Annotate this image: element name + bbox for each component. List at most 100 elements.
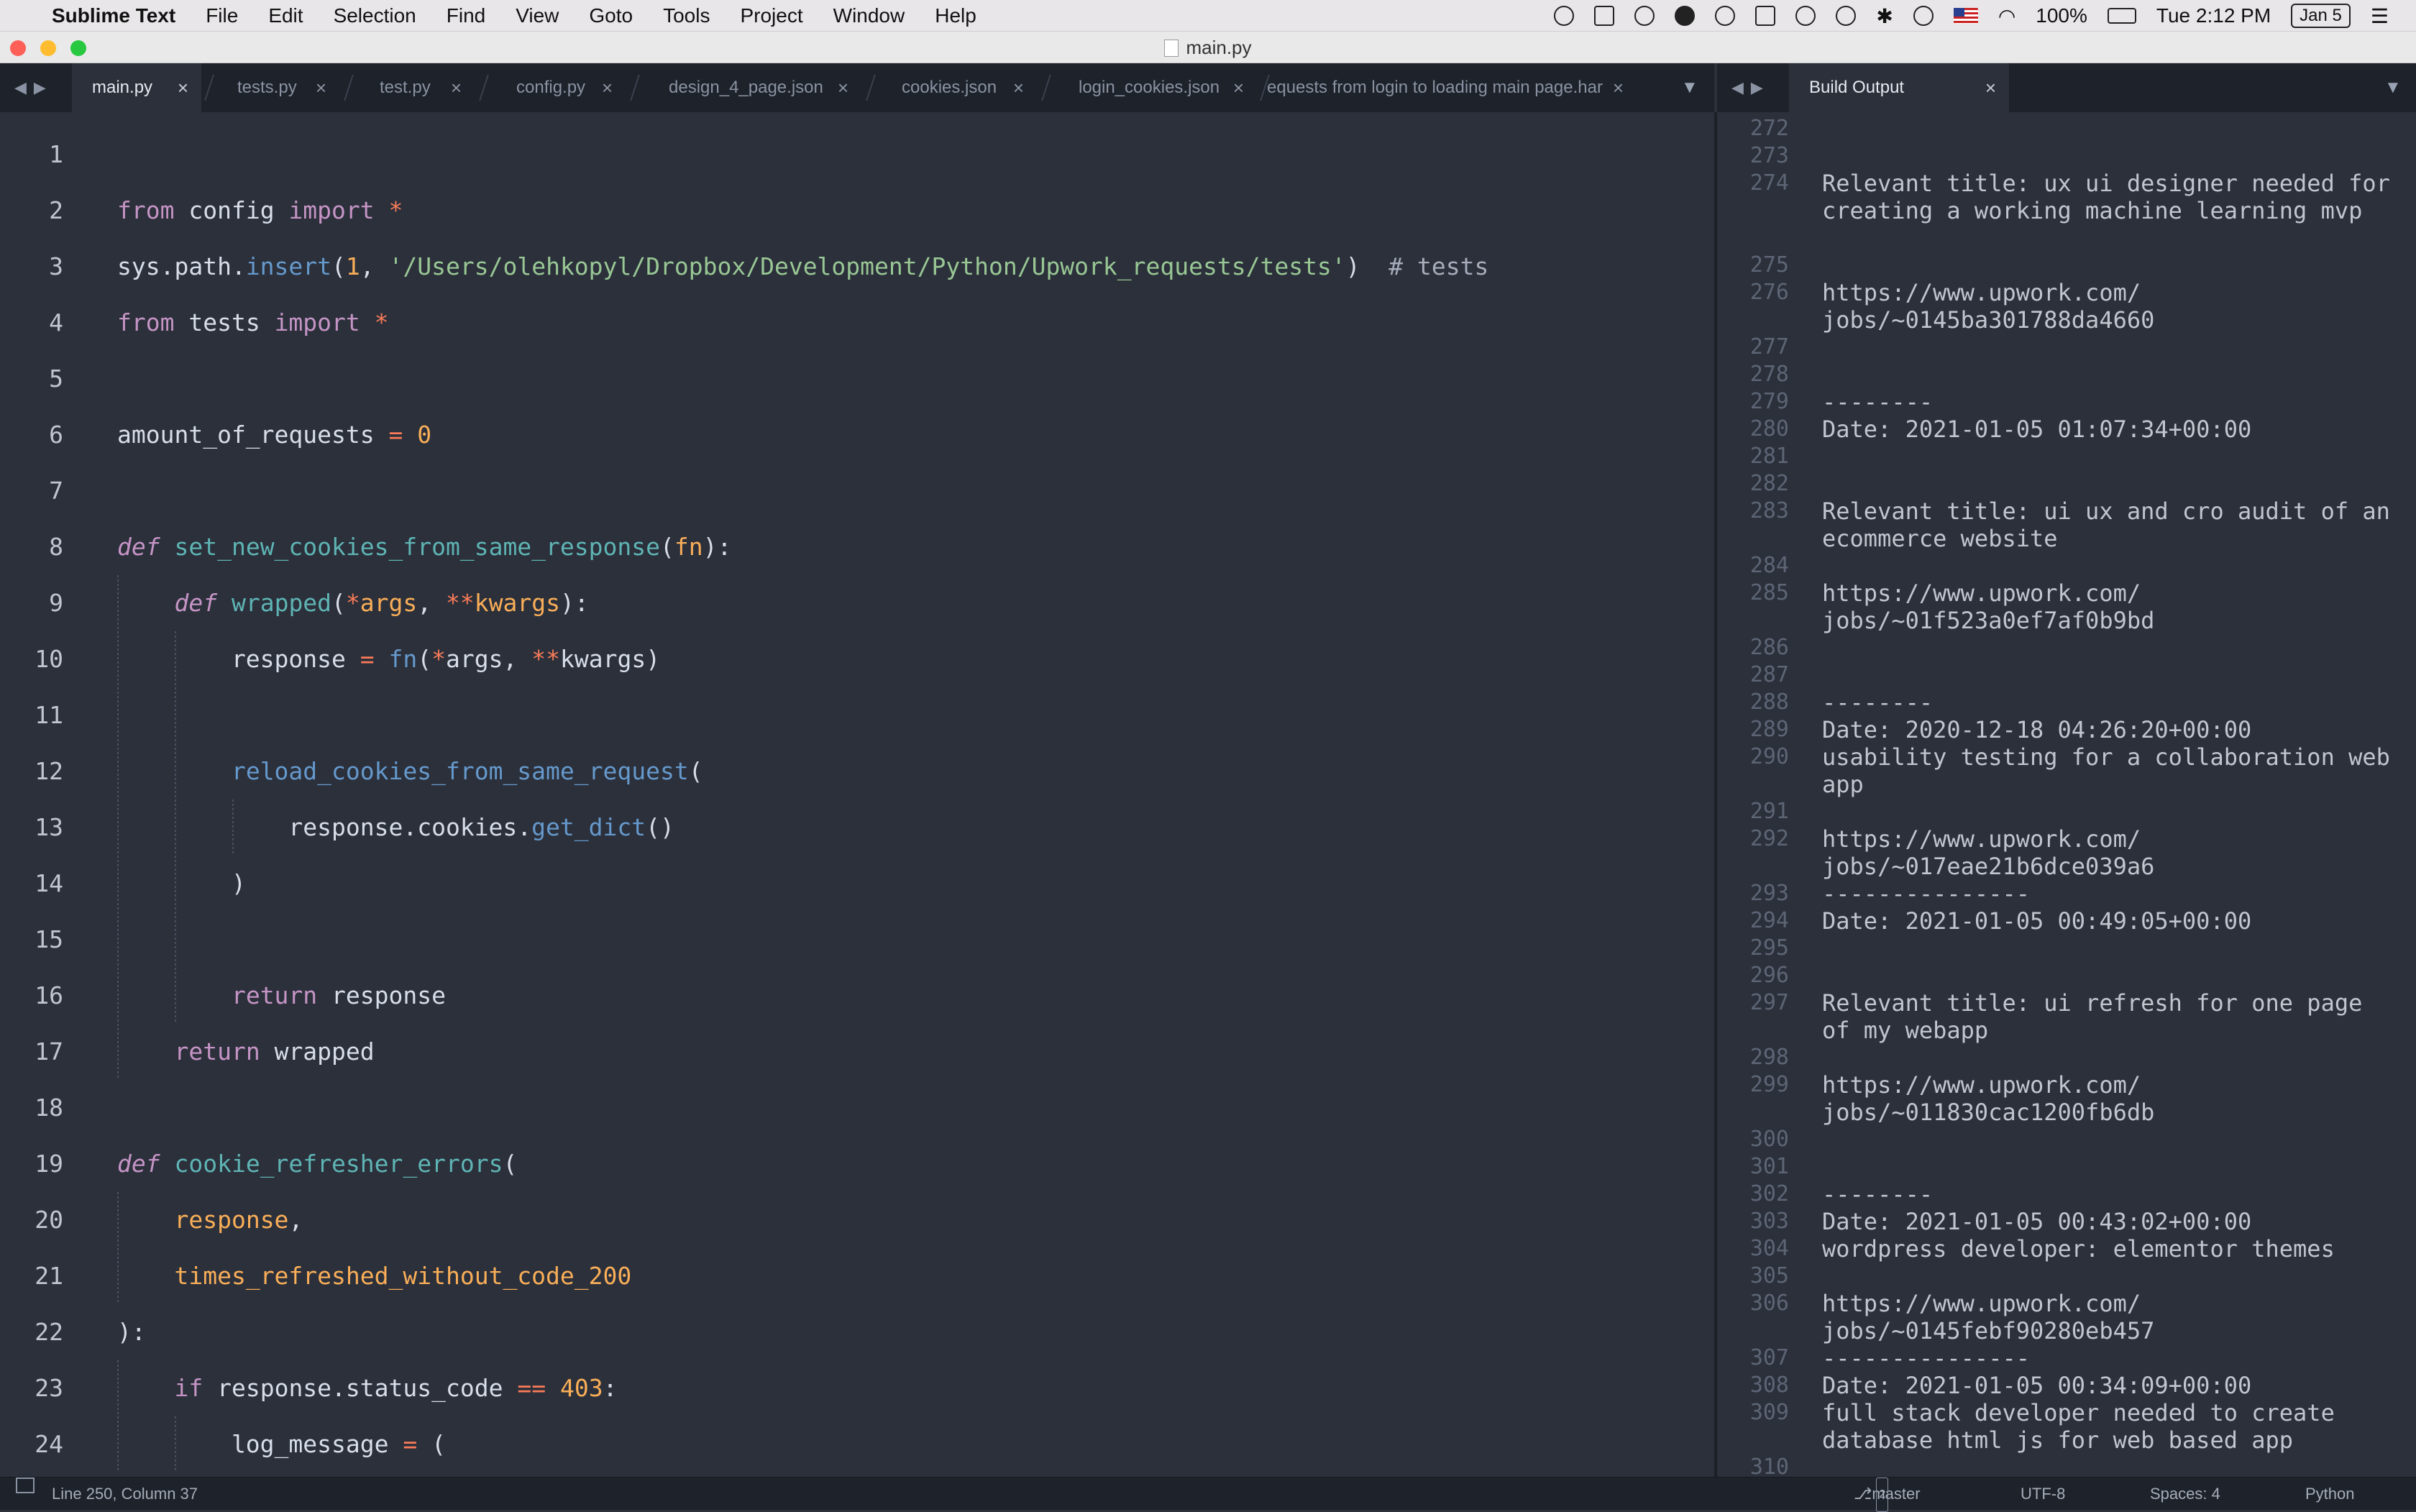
output-line: 282 <box>1717 470 2416 498</box>
code-line[interactable]: 17 return wrapped <box>0 1024 1714 1080</box>
code-line[interactable]: 24 log_message = ( <box>0 1416 1714 1472</box>
output-line: 304 wordpress developer: elementor themes <box>1717 1235 2416 1263</box>
code-line[interactable]: 14 ) <box>0 856 1714 912</box>
tab-tests-py[interactable]: tests.py × <box>217 63 339 112</box>
menu-project[interactable]: Project <box>740 4 802 27</box>
output-line-number: 294 <box>1749 908 1789 933</box>
menu-edit[interactable]: Edit <box>268 4 303 27</box>
time-machine-icon[interactable] <box>1913 6 1934 26</box>
code-line[interactable]: 2 from config import * <box>0 183 1714 239</box>
mouse-icon[interactable] <box>1594 6 1615 26</box>
input-source-flag-icon[interactable] <box>1953 8 1978 24</box>
tab-design-4-page-json[interactable]: design_4_page.json × <box>649 63 861 112</box>
code-text: times_refreshed_without_code_200 <box>174 1262 632 1290</box>
app-menu[interactable]: Sublime Text <box>52 4 175 27</box>
accessibility-icon[interactable] <box>1554 6 1575 26</box>
wifi-icon[interactable]: ◠ <box>1998 4 2015 28</box>
code-line[interactable]: 7 <box>0 463 1714 519</box>
output-line-number: 303 <box>1749 1209 1789 1234</box>
menu-file[interactable]: File <box>206 4 238 27</box>
output-line: 278 <box>1717 361 2416 388</box>
code-line[interactable]: 21 times_refreshed_without_code_200 <box>0 1248 1714 1304</box>
menu-window[interactable]: Window <box>833 4 905 27</box>
telegram-icon[interactable] <box>1675 6 1696 26</box>
code-line[interactable]: 3 sys.path.insert(1, '/Users/olehkopyl/Dr… <box>0 239 1714 295</box>
close-icon[interactable]: × <box>1985 77 1996 99</box>
code-line[interactable]: 13 response.cookies.get_dict() <box>0 799 1714 856</box>
tab-test-py[interactable]: test.py × <box>360 63 475 112</box>
menu-find[interactable]: Find <box>447 4 485 27</box>
clock-icon[interactable] <box>1795 6 1816 26</box>
close-icon[interactable]: × <box>1233 77 1244 99</box>
line-number: 5 <box>49 365 63 393</box>
code-line[interactable]: 8 def set_new_cookies_from_same_response(… <box>0 519 1714 575</box>
tab-build-output[interactable]: Build Output × <box>1789 63 2009 112</box>
file-encoding[interactable]: UTF-8 <box>2021 1477 2065 1511</box>
output-text: Relevant title: ux ui designer needed fo… <box>1822 170 2404 224</box>
bluetooth-icon[interactable]: ✱ <box>1876 4 1893 28</box>
close-icon[interactable]: × <box>316 77 326 99</box>
syntax-mode[interactable]: Python <box>2305 1477 2355 1511</box>
menu-tools[interactable]: Tools <box>663 4 710 27</box>
output-line-number: 289 <box>1749 717 1789 742</box>
paperclip-icon[interactable] <box>1634 6 1655 26</box>
code-line[interactable]: 15 <box>0 912 1714 968</box>
close-icon[interactable]: × <box>838 77 848 99</box>
code-editor[interactable]: 1 2 from config import * 3 sys.path.insert(1… <box>0 112 1714 1477</box>
output-line-number: 287 <box>1749 662 1789 687</box>
code-line[interactable]: 5 <box>0 351 1714 407</box>
code-line[interactable]: 4 from tests import * <box>0 295 1714 351</box>
output-text: usability testing for a collaboration we… <box>1822 743 2404 798</box>
tab-list-dropdown-icon[interactable]: ▼ <box>1681 63 1698 112</box>
indentation[interactable]: Spaces: 4 <box>2150 1477 2220 1511</box>
code-line[interactable]: 22): <box>0 1304 1714 1360</box>
code-line[interactable]: 12 reload_cookies_from_same_request( <box>0 743 1714 799</box>
indent-guide <box>175 912 176 968</box>
output-line-number: 299 <box>1749 1072 1789 1097</box>
notes-icon[interactable] <box>1755 6 1776 26</box>
code-line[interactable]: 18 <box>0 1080 1714 1136</box>
menu-goto[interactable]: Goto <box>589 4 633 27</box>
menu-clock[interactable]: Tue 2:12 PM <box>2156 4 2271 27</box>
output-line-number: 304 <box>1749 1236 1789 1261</box>
code-line[interactable]: 20 response, <box>0 1192 1714 1248</box>
code-line[interactable]: 19 def cookie_refresher_errors( <box>0 1136 1714 1192</box>
code-line[interactable]: 23 if response.status_code == 403: <box>0 1360 1714 1416</box>
code-line[interactable]: 9 def wrapped(*args, **kwargs): <box>0 575 1714 631</box>
git-branch[interactable]: ⎇ master 2 <box>1854 1477 1921 1512</box>
notification-center-icon[interactable]: ☰ <box>2371 4 2389 28</box>
build-output-panel[interactable]: 272 273 274 Relevant title: ux ui designer … <box>1717 112 2416 1477</box>
tab-list-dropdown-icon[interactable]: ▼ <box>2384 63 2402 112</box>
tab-cookies-json[interactable]: cookies.json × <box>882 63 1037 112</box>
pen-icon[interactable] <box>1715 6 1736 26</box>
code-line[interactable]: 16 return response <box>0 968 1714 1024</box>
code-line[interactable]: 10 response = fn(*args, **kwargs) <box>0 631 1714 687</box>
date-badge[interactable]: Jan 5 <box>2291 4 2351 28</box>
tab-main-py[interactable]: main.py × <box>72 63 201 112</box>
battery-icon[interactable] <box>2107 8 2136 24</box>
close-icon[interactable]: × <box>451 77 462 99</box>
code-line[interactable]: 1 <box>0 127 1714 183</box>
code-line[interactable]: 11 <box>0 687 1714 743</box>
menu-view[interactable]: View <box>516 4 559 27</box>
output-line: 310 <box>1717 1454 2416 1477</box>
code-line[interactable]: 6 amount_of_requests = 0 <box>0 407 1714 463</box>
close-icon[interactable]: × <box>178 77 188 99</box>
close-icon[interactable]: × <box>602 77 613 99</box>
output-line-number: 297 <box>1749 990 1789 1015</box>
tab-nav-arrows-icon[interactable]: ◀▶ <box>1731 63 1770 112</box>
close-icon[interactable]: × <box>1613 77 1624 99</box>
tab-har-file[interactable]: equests from login to loading main page.… <box>1248 63 1637 112</box>
tab-nav-arrows-icon[interactable]: ◀▶ <box>14 63 53 112</box>
output-line-number: 293 <box>1749 881 1789 906</box>
output-line: 302 -------- <box>1717 1181 2416 1208</box>
tab-config-py[interactable]: config.py × <box>496 63 626 112</box>
line-number: 21 <box>35 1262 63 1290</box>
output-text: Date: 2021-01-05 00:43:02+00:00 <box>1822 1208 2252 1235</box>
tab-login-cookies-json[interactable]: login_cookies.json × <box>1058 63 1257 112</box>
close-icon[interactable]: × <box>1013 77 1024 99</box>
battery-percent[interactable]: 100% <box>2036 4 2087 27</box>
menu-help[interactable]: Help <box>935 4 976 27</box>
feather-icon[interactable] <box>1836 6 1857 26</box>
menu-selection[interactable]: Selection <box>334 4 416 27</box>
